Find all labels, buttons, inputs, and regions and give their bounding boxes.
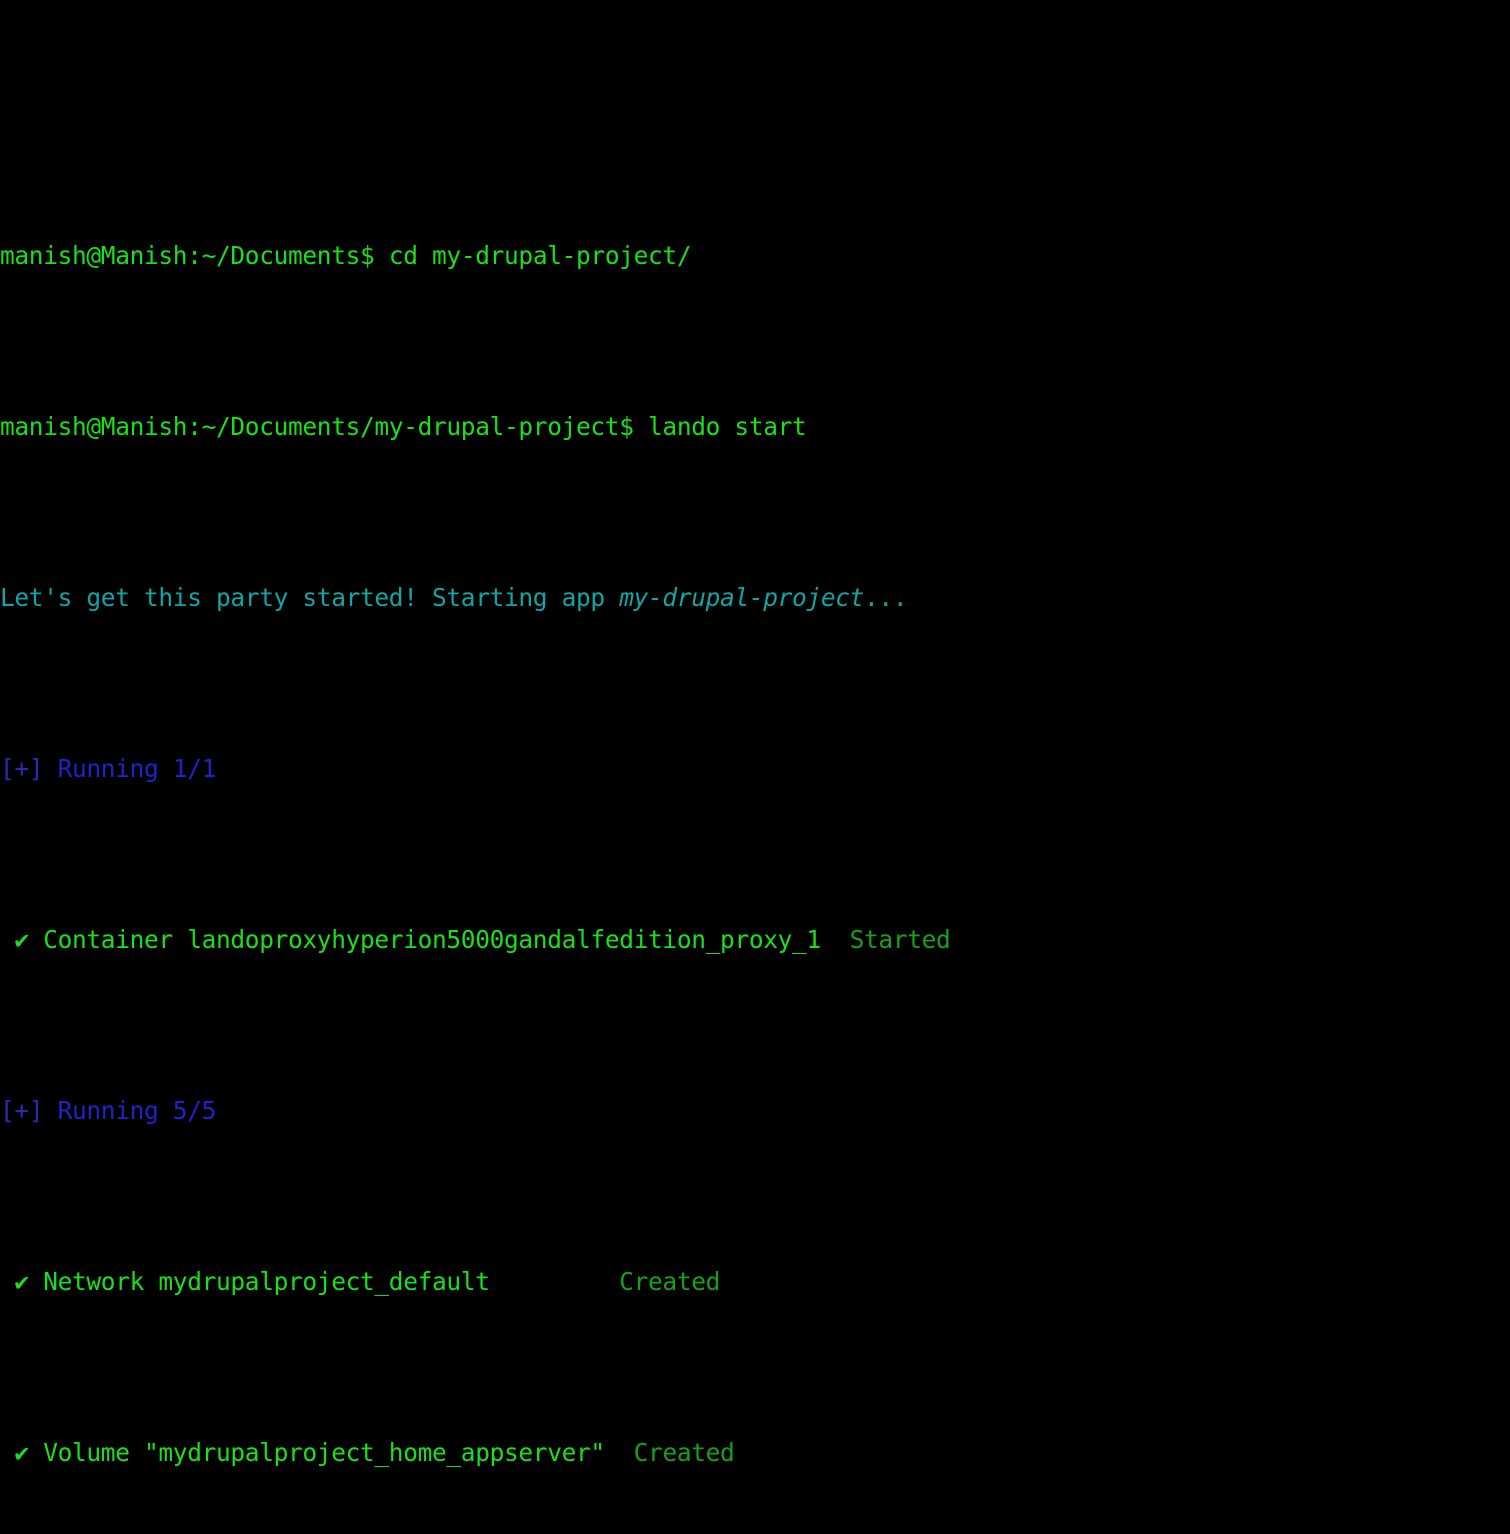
check-icon: ✔ [0,925,44,955]
network-name: Network mydrupalproject_default [43,1267,490,1297]
proxy-container-status: Started [820,925,951,955]
terminal-line-proxy-container: ✔ Container landoproxyhyperion5000gandal… [0,923,1510,957]
terminal-line-network-default: ✔ Network mydrupalproject_default Create… [0,1265,1510,1299]
terminal-line-running-5-5: [+] Running 5/5 [0,1094,1510,1128]
terminal-line-party-started: Let's get this party started! Starting a… [0,581,1510,615]
check-icon: ✔ [0,1267,44,1297]
shell-prompt-1: manish@Manish:~/Documents$ [0,241,389,271]
command-lando-start: lando start [648,412,807,442]
terminal-line-command-cd: manish@Manish:~/Documents$ cd my-drupal-… [0,239,1510,273]
party-started-ellipsis: ... [864,583,908,613]
check-icon: ✔ [0,1438,44,1468]
party-started-app-name: my-drupal-project [619,583,865,613]
progress-running-1-1: Running 1/1 [43,754,217,784]
volume-status: Created [633,1438,735,1468]
volume-name: Volume "mydrupalproject_home_appserver" [43,1438,605,1468]
terminal-window[interactable]: manish@Manish:~/Documents$ cd my-drupal-… [0,0,1510,1534]
progress-bracket: [+] [0,754,44,784]
terminal-line-volume-home-appserver: ✔ Volume "mydrupalproject_home_appserver… [0,1436,1510,1470]
terminal-line-running-1-1: [+] Running 1/1 [0,752,1510,786]
proxy-container-name: Container landoproxyhyperion5000gandalfe… [43,925,821,955]
party-started-text: Let's get this party started! Starting a… [0,583,620,613]
shell-prompt-2: manish@Manish:~/Documents/my-drupal-proj… [0,412,649,442]
progress-bracket: [+] [0,1096,44,1126]
progress-running-5-5: Running 5/5 [43,1096,217,1126]
terminal-line-command-lando-start: manish@Manish:~/Documents/my-drupal-proj… [0,410,1510,444]
command-cd: cd my-drupal-project/ [388,241,692,271]
network-status: Created [619,1267,721,1297]
